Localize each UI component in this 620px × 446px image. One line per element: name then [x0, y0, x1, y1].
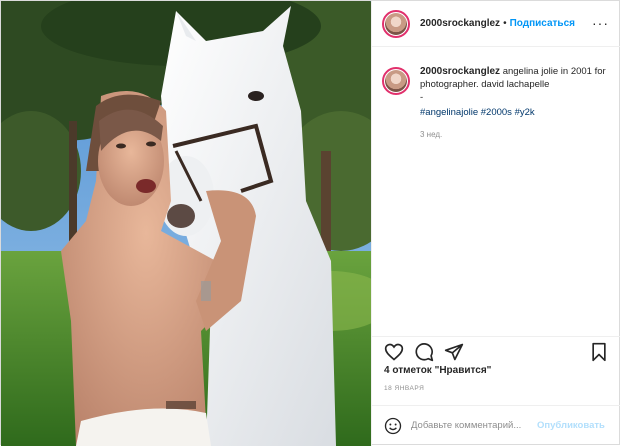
- smiley-icon[interactable]: [384, 417, 402, 435]
- post-side-panel: 2000srockanglez • Подписаться ··· 2000sr…: [371, 1, 620, 446]
- hashtag-link[interactable]: #y2k: [515, 107, 535, 118]
- more-options-icon[interactable]: ···: [592, 15, 609, 31]
- comment-icon[interactable]: [414, 342, 434, 362]
- publish-button[interactable]: Опубликовать: [537, 420, 605, 431]
- caption-username[interactable]: 2000srockanglez: [420, 66, 500, 77]
- post-caption: 2000srockanglez angelina jolie in 2001 f…: [382, 65, 612, 141]
- hashtag-list: #angelinajolie #2000s #y2k: [420, 106, 610, 119]
- heart-icon[interactable]: [384, 342, 404, 362]
- post-header: 2000srockanglez • Подписаться ···: [372, 1, 620, 47]
- comment-input[interactable]: [411, 420, 533, 431]
- caption-avatar[interactable]: [382, 67, 410, 95]
- action-bar: [372, 336, 620, 364]
- post-date: 18 ЯНВАРЯ: [384, 385, 425, 392]
- hashtag-link[interactable]: #angelinajolie: [420, 107, 478, 118]
- likes-count[interactable]: 4 отметок "Нравится": [384, 365, 491, 376]
- avatar-image: [385, 70, 407, 92]
- hashtag-link[interactable]: #2000s: [481, 107, 512, 118]
- header-username[interactable]: 2000srockanglez: [420, 18, 500, 29]
- comment-bar: Опубликовать: [372, 405, 620, 445]
- post-photo[interactable]: [1, 1, 371, 446]
- caption-time[interactable]: 3 нед.: [420, 128, 610, 141]
- header-separator: •: [503, 18, 507, 29]
- avatar[interactable]: [382, 9, 410, 38]
- action-icons: [384, 342, 464, 362]
- instagram-post: 2000srockanglez • Подписаться ··· 2000sr…: [0, 0, 620, 446]
- share-icon[interactable]: [444, 342, 464, 362]
- bookmark-icon[interactable]: [589, 342, 609, 362]
- caption-text: 2000srockanglez angelina jolie in 2001 f…: [420, 65, 610, 141]
- caption-dash: -: [420, 92, 424, 103]
- avatar-image: [385, 12, 407, 35]
- follow-button[interactable]: Подписаться: [510, 18, 575, 29]
- post-image: [1, 1, 371, 446]
